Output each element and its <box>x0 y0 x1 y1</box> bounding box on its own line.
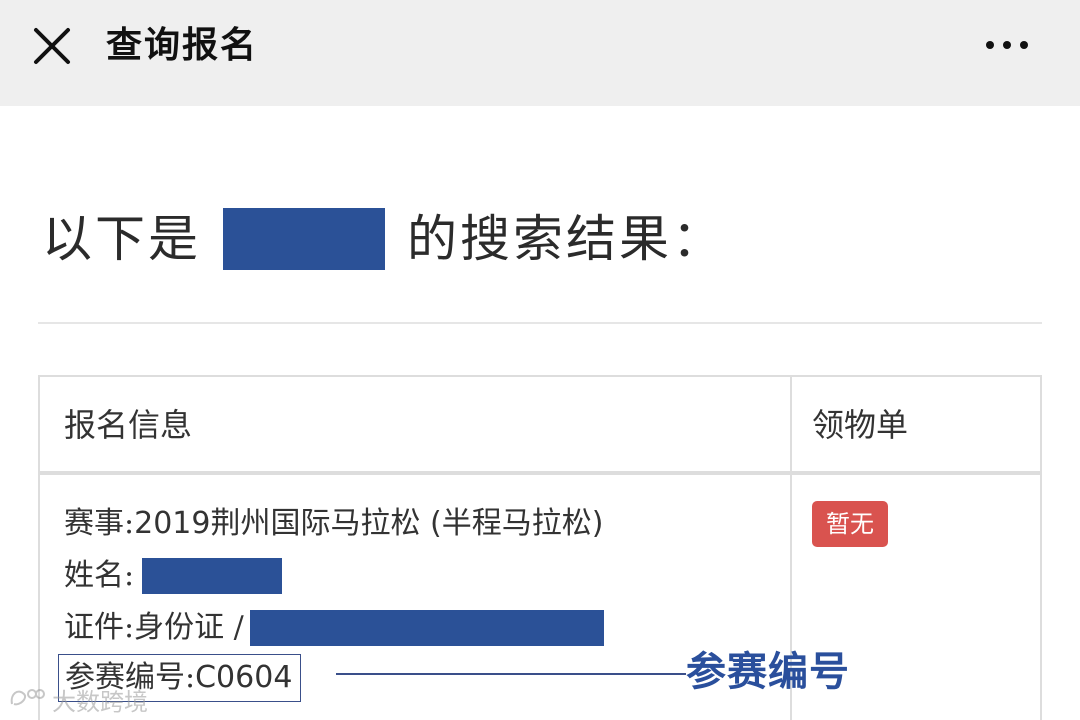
page-title: 查询报名 <box>106 24 259 66</box>
event-label: 赛事: <box>64 506 135 541</box>
redacted-id-number <box>249 610 604 646</box>
more-dots-icon <box>986 41 1028 49</box>
annotation-label: 参赛编号 <box>686 649 850 695</box>
header-divider <box>40 471 1040 475</box>
name-line: 姓名: <box>64 555 283 597</box>
registration-table: 报名信息 领物单 赛事: 2019荆州国际马拉松 (半程马拉松) 姓名: 证件:… <box>38 375 1042 720</box>
id-line: 证件: 身份证 / <box>64 607 604 649</box>
watermark: 大数跨境 <box>6 682 148 716</box>
id-type: 身份证 / <box>134 610 244 645</box>
annotation-line <box>336 673 686 675</box>
close-button[interactable] <box>28 22 76 70</box>
header-pickup-slip: 领物单 <box>812 406 909 444</box>
more-button[interactable] <box>980 30 1036 60</box>
pickup-slip-status-badge[interactable]: 暂无 <box>812 501 888 547</box>
watermark-text: 大数跨境 <box>52 687 148 716</box>
top-navbar: 查询报名 <box>0 0 1080 106</box>
heading-prefix: 以下是 <box>42 210 201 268</box>
bib-value: C0604 <box>195 660 293 695</box>
redacted-search-term <box>223 208 385 270</box>
heading-divider <box>38 322 1042 324</box>
results-heading: 以下是 的搜索结果： <box>42 206 725 272</box>
redacted-name <box>142 558 283 594</box>
close-icon <box>34 28 70 64</box>
watermark-logo-icon <box>10 689 45 706</box>
search-results-page: 查询报名 以下是 的搜索结果： 报名信息 领物单 赛事: 2019荆州国际马拉松… <box>0 0 1080 720</box>
heading-suffix: 的搜索结果： <box>407 210 725 268</box>
id-label: 证件: <box>64 610 135 645</box>
name-label: 姓名: <box>64 558 135 593</box>
header-registration-info: 报名信息 <box>64 406 193 444</box>
event-line: 赛事: 2019荆州国际马拉松 (半程马拉松) <box>64 503 603 545</box>
event-value: 2019荆州国际马拉松 (半程马拉松) <box>134 506 604 541</box>
